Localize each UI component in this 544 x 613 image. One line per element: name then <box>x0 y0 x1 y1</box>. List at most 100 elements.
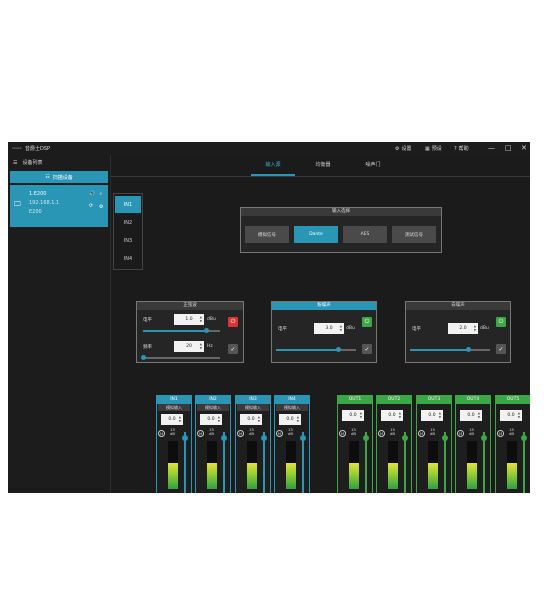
mute-button[interactable]: M <box>378 430 385 437</box>
spinner-icon[interactable]: ▲ ▼ <box>179 415 181 423</box>
white-level-slider[interactable] <box>410 347 490 352</box>
slider-knob[interactable] <box>465 347 471 352</box>
strip-gain-input[interactable]: 0.0 ▲ ▼ <box>200 414 222 425</box>
minimize-button[interactable]: — <box>488 144 495 152</box>
fader-knob[interactable] <box>402 435 408 442</box>
close-button[interactable]: ✕ <box>521 144 527 152</box>
mute-button[interactable]: M <box>339 430 346 437</box>
sine-apply-button[interactable]: ✓ <box>228 344 238 354</box>
sine-level-input[interactable]: 1.0 ▲ ▼ <box>174 314 204 325</box>
device-card[interactable]: 🖵 1.E200 192.168.1.1 E200 🔊 ✕ ⟳ ⚙ <box>10 185 108 227</box>
gain-fader[interactable] <box>521 432 527 493</box>
spinner-icon[interactable]: ▲ ▼ <box>439 411 441 419</box>
speaker-icon[interactable]: 🔊 <box>89 191 95 197</box>
refresh-icon[interactable]: ⟳ <box>89 203 93 209</box>
gain-fader[interactable] <box>221 432 227 493</box>
sine-freq-slider[interactable] <box>141 355 220 360</box>
gain-fader[interactable] <box>261 432 267 493</box>
pink-level-input[interactable]: 3.0 ▲ ▼ <box>314 323 344 334</box>
fader-knob[interactable] <box>261 435 267 442</box>
mute-button[interactable]: M <box>497 430 504 437</box>
slider-knob[interactable] <box>204 328 210 333</box>
mute-button[interactable]: M <box>457 430 464 437</box>
sine-freq-label: 频率 <box>143 345 152 350</box>
spinner-icon[interactable]: ▲ ▼ <box>360 411 362 419</box>
mute-button[interactable]: M <box>276 430 283 437</box>
source-dante-button[interactable]: Dante <box>294 226 338 243</box>
spinner-icon[interactable]: ▲ ▼ <box>474 324 476 332</box>
input-item-in4[interactable]: IN4 <box>115 250 141 267</box>
gain-fader[interactable] <box>182 432 188 493</box>
gain-fader[interactable] <box>363 432 369 493</box>
fader-knob[interactable] <box>442 435 448 442</box>
settings-button[interactable]: ⚙ 设置 <box>395 145 412 153</box>
strip-gain-input[interactable]: 0.0 ▲ ▼ <box>421 410 443 421</box>
input-item-in1[interactable]: IN1 <box>115 196 141 213</box>
mute-button[interactable]: M <box>197 430 204 437</box>
slider-knob[interactable] <box>141 355 146 360</box>
spinner-icon[interactable]: ▲ ▼ <box>297 415 299 423</box>
menu-icon[interactable]: ☰ <box>13 160 17 166</box>
fader-knob[interactable] <box>481 435 487 442</box>
mute-button[interactable]: M <box>418 430 425 437</box>
preset-button[interactable]: ▦ 预设 <box>425 145 442 153</box>
slider-knob[interactable] <box>336 347 342 352</box>
spinner-icon[interactable]: ▲ ▼ <box>200 315 202 323</box>
white-apply-button[interactable]: ✓ <box>496 344 506 354</box>
spinner-icon[interactable]: ▲ ▼ <box>258 415 260 423</box>
fader-knob[interactable] <box>221 435 227 442</box>
source-test-signal-button[interactable]: 测试信号 <box>392 226 436 243</box>
strip-gain-input[interactable]: 0.0 ▲ ▼ <box>500 410 522 421</box>
sine-power-button[interactable]: ⏻ <box>228 317 238 327</box>
strip-gain-input[interactable]: 0.0 ▲ ▼ <box>240 414 262 425</box>
strip-gain-input[interactable]: 0.0 ▲ ▼ <box>279 414 301 425</box>
white-level-label: 电平 <box>412 327 421 332</box>
level-meter <box>428 441 438 489</box>
device-settings-icon[interactable]: ⚙ <box>99 204 103 210</box>
strip-gain-input[interactable]: 0.0 ▲ ▼ <box>460 410 482 421</box>
fader-knob[interactable] <box>521 435 527 442</box>
strip-gain-value: 0.0 <box>286 417 294 422</box>
spinner-icon[interactable]: ▲ ▼ <box>218 415 220 423</box>
spinner-icon[interactable]: ▲ ▼ <box>200 342 202 350</box>
pink-level-slider[interactable] <box>276 347 356 352</box>
white-power-button[interactable]: ⏻ <box>496 317 506 327</box>
source-aes-button[interactable]: AES <box>343 226 387 243</box>
gain-fader[interactable] <box>481 432 487 493</box>
fader-knob[interactable] <box>182 435 188 442</box>
tab-equalizer[interactable]: 均衡器 <box>301 161 345 168</box>
white-level-input[interactable]: 2.0 ▲ ▼ <box>448 323 478 334</box>
pink-apply-button[interactable]: ✓ <box>362 344 372 354</box>
strip-gain-input[interactable]: 0.0 ▲ ▼ <box>342 410 364 421</box>
strip-name: IN3 <box>236 396 270 404</box>
help-button[interactable]: ? 帮助 <box>454 145 469 153</box>
scan-devices-label: 扫描设备 <box>52 174 73 181</box>
gain-fader[interactable] <box>300 432 306 493</box>
input-item-in2[interactable]: IN2 <box>115 214 141 231</box>
gain-fader[interactable] <box>442 432 448 493</box>
gain-fader[interactable] <box>402 432 408 493</box>
close-small-icon[interactable]: ✕ <box>99 191 102 196</box>
maximize-button[interactable]: □ <box>505 144 512 152</box>
gear-icon: ⚙ <box>395 145 400 152</box>
mute-button[interactable]: M <box>158 430 165 437</box>
tab-input-source[interactable]: 输入源 <box>251 161 295 168</box>
tab-noise-gate[interactable]: 噪声门 <box>351 161 395 168</box>
spinner-icon[interactable]: ▲ ▼ <box>518 411 520 419</box>
input-item-in3[interactable]: IN3 <box>115 232 141 249</box>
strip-gain-input[interactable]: 0.0 ▲ ▼ <box>161 414 183 425</box>
level-meter <box>286 441 296 489</box>
scan-devices-button[interactable]: ☷ 扫描设备 <box>10 171 108 183</box>
spinner-icon[interactable]: ▲ ▼ <box>478 411 480 419</box>
source-analog-button[interactable]: 模拟信号 <box>245 226 289 243</box>
spinner-icon[interactable]: ▲ ▼ <box>399 411 401 419</box>
spinner-icon[interactable]: ▲ ▼ <box>340 324 342 332</box>
sine-level-slider[interactable] <box>143 328 220 333</box>
sine-freq-input[interactable]: 20 ▲ ▼ <box>174 341 204 352</box>
strip-q-readout: 15 dB <box>430 428 435 436</box>
pink-power-button[interactable]: ⏻ <box>362 317 372 327</box>
fader-knob[interactable] <box>363 435 369 442</box>
mute-button[interactable]: M <box>237 430 244 437</box>
fader-knob[interactable] <box>300 435 306 442</box>
strip-gain-input[interactable]: 0.0 ▲ ▼ <box>381 410 403 421</box>
